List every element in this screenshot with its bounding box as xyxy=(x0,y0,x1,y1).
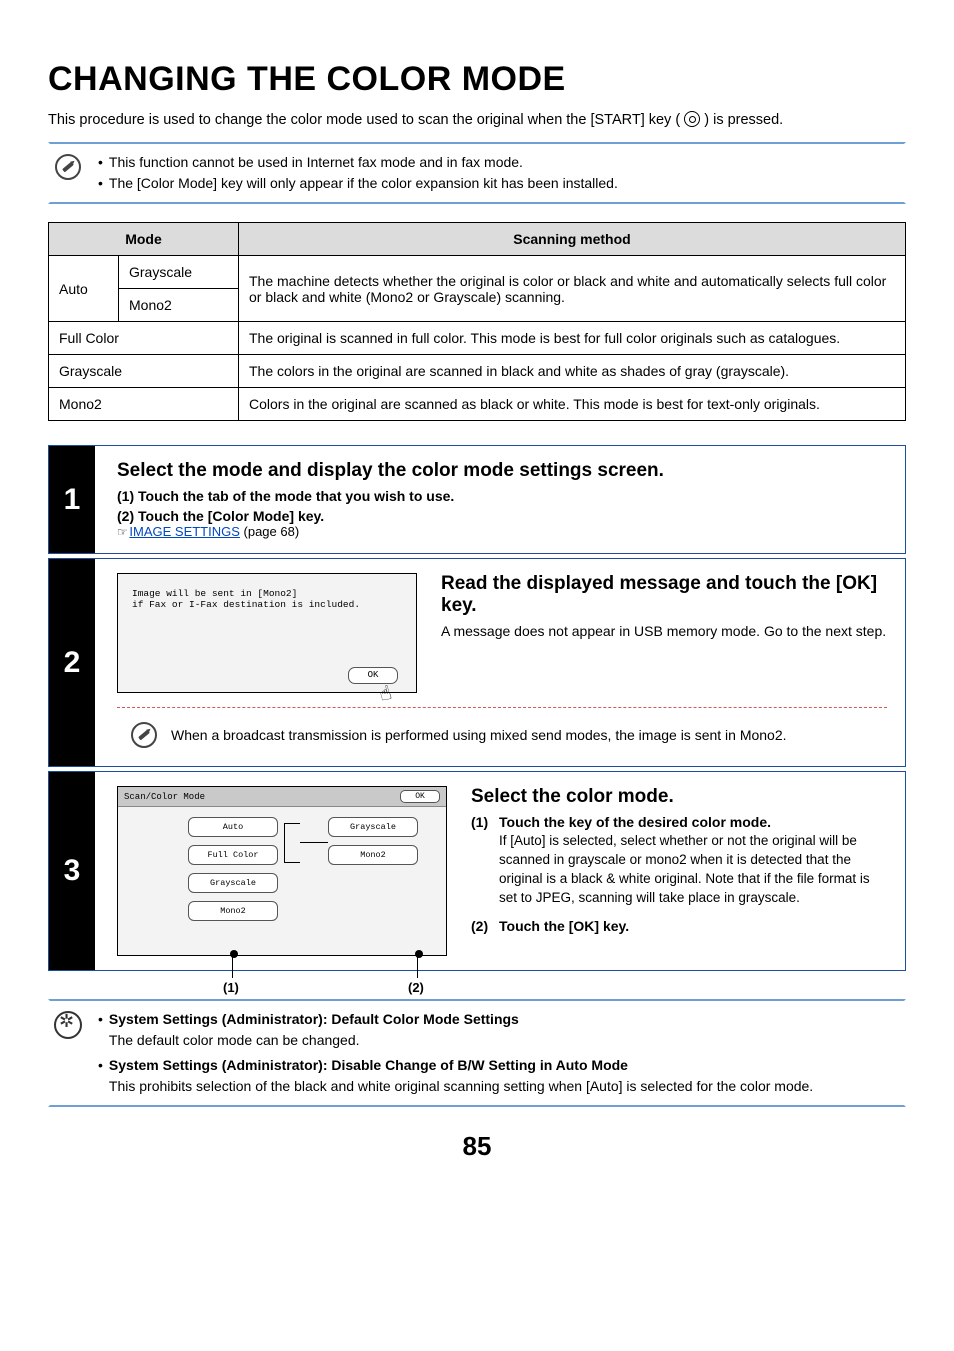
step-2-inner-text: When a broadcast transmission is perform… xyxy=(171,727,787,743)
step-1-sub1: (1) Touch the tab of the mode that you w… xyxy=(117,488,887,504)
step-2-title: Read the displayed message and touch the… xyxy=(441,573,887,617)
grayscale-button[interactable]: Grayscale xyxy=(188,873,278,893)
td-grayscale-desc: The colors in the original are scanned i… xyxy=(239,355,906,388)
td-auto-mono: Mono2 xyxy=(119,289,239,322)
th-scan: Scanning method xyxy=(239,223,906,256)
step-3-panel: Scan/Color Mode OK Auto Full Color Grays… xyxy=(117,786,447,956)
dialog-title: Scan/Color Mode xyxy=(124,792,205,802)
s2-text: Touch the [OK] key. xyxy=(499,918,629,934)
dashed-separator xyxy=(117,707,887,708)
callout-line xyxy=(232,956,233,978)
step-3-body: Scan/Color Mode OK Auto Full Color Grays… xyxy=(95,772,905,970)
admin-note-box: • System Settings (Administrator): Defaul… xyxy=(48,999,906,1107)
step-2: 2 Image will be sent in [Mono2] if Fax o… xyxy=(48,558,906,767)
s1-text: Touch the key of the desired color mode. xyxy=(499,814,771,830)
step-2-number: 2 xyxy=(49,559,95,766)
step-1-title: Select the mode and display the color mo… xyxy=(117,460,887,482)
step-3-text: Select the color mode. (1)Touch the key … xyxy=(471,786,887,956)
start-key-icon xyxy=(684,111,700,127)
step-3-number: 3 xyxy=(49,772,95,970)
step-2-body: Image will be sent in [Mono2] if Fax or … xyxy=(95,559,905,766)
td-mono2: Mono2 xyxy=(49,388,239,421)
pointer-icon: ☞ xyxy=(117,525,126,539)
td-fullcolor-desc: The original is scanned in full color. T… xyxy=(239,322,906,355)
image-settings-link[interactable]: IMAGE SETTINGS xyxy=(129,524,240,539)
mono2-button[interactable]: Mono2 xyxy=(188,901,278,921)
hand-cursor-icon: ☝ xyxy=(377,683,395,709)
callout-dot xyxy=(230,950,238,958)
step-3: 3 Scan/Color Mode OK Auto Full Color Gra… xyxy=(48,771,906,971)
mode-table: Mode Scanning method Auto Grayscale The … xyxy=(48,222,906,421)
mode-buttons: Auto Full Color Grayscale Mono2 xyxy=(188,817,278,921)
step-3-s1-desc: If [Auto] is selected, select whether or… xyxy=(499,832,887,908)
color-mode-dialog: Scan/Color Mode OK Auto Full Color Grays… xyxy=(117,786,447,956)
note-box-top: • This function cannot be used in Interne… xyxy=(48,142,906,204)
bullet: • xyxy=(98,1055,103,1097)
step-2-inner-note: When a broadcast transmission is perform… xyxy=(117,718,887,752)
td-auto-gray: Grayscale xyxy=(119,256,239,289)
step-1-body: Select the mode and display the color mo… xyxy=(95,446,905,553)
msg-line2: if Fax or I-Fax destination is included. xyxy=(132,599,402,610)
step-2-panel: Image will be sent in [Mono2] if Fax or … xyxy=(117,573,417,693)
msg-line1: Image will be sent in [Mono2] xyxy=(132,588,402,599)
page-number: 85 xyxy=(48,1131,906,1162)
note-content: • This function cannot be used in Interne… xyxy=(98,152,904,194)
admin-t2: System Settings (Administrator): Disable… xyxy=(109,1057,628,1073)
td-mono2-desc: Colors in the original are scanned as bl… xyxy=(239,388,906,421)
intro-post: ) is pressed. xyxy=(704,112,783,128)
note-icon-wrap xyxy=(50,152,86,180)
admin-note-content: • System Settings (Administrator): Defaul… xyxy=(98,1009,904,1097)
bracket-line xyxy=(300,842,328,843)
step-2-desc: A message does not appear in USB memory … xyxy=(441,623,887,639)
dialog-ok-button[interactable]: OK xyxy=(348,667,398,684)
radio-grayscale[interactable]: Grayscale xyxy=(328,817,418,837)
intro-text: This procedure is used to change the col… xyxy=(48,111,906,128)
admin-t1: System Settings (Administrator): Default… xyxy=(109,1011,519,1027)
callout-label-1: (1) xyxy=(223,980,239,995)
radio-mono2[interactable]: Mono2 xyxy=(328,845,418,865)
intro-pre: This procedure is used to change the col… xyxy=(48,112,680,128)
dialog-titlebar: Scan/Color Mode OK xyxy=(118,787,446,807)
bracket-icon xyxy=(284,823,300,863)
bullet: • xyxy=(98,152,103,173)
note1-line1: This function cannot be used in Internet… xyxy=(109,152,523,173)
callout-dot xyxy=(415,950,423,958)
step-1-number: 1 xyxy=(49,446,95,553)
step-3-s2: (2)Touch the [OK] key. xyxy=(471,918,887,934)
admin-d2: This prohibits selection of the black an… xyxy=(109,1076,813,1097)
page-title: CHANGING THE COLOR MODE xyxy=(48,60,906,99)
note1-line2: The [Color Mode] key will only appear if… xyxy=(109,173,618,194)
step-3-title: Select the color mode. xyxy=(471,786,887,808)
callout-line xyxy=(417,956,418,978)
bullet: • xyxy=(98,173,103,194)
step-1-link-row: ☞ IMAGE SETTINGS (page 68) xyxy=(117,524,887,539)
bullet-num: (1) xyxy=(471,814,499,830)
pencil-icon xyxy=(131,722,157,748)
td-grayscale: Grayscale xyxy=(49,355,239,388)
admin-d1: The default color mode can be changed. xyxy=(109,1030,519,1051)
pencil-icon xyxy=(55,154,81,180)
step-2-text: Read the displayed message and touch the… xyxy=(441,573,887,693)
td-auto: Auto xyxy=(49,256,119,322)
td-auto-desc: The machine detects whether the original… xyxy=(239,256,906,322)
auto-button[interactable]: Auto xyxy=(188,817,278,837)
callout-label-2: (2) xyxy=(408,980,424,995)
link-after: (page 68) xyxy=(240,524,299,539)
bullet-num: (2) xyxy=(471,918,499,934)
note-icon-wrap xyxy=(50,1009,86,1039)
step-1-sub2: (2) Touch the [Color Mode] key. xyxy=(117,508,887,524)
dialog-ok-button[interactable]: OK xyxy=(400,790,440,803)
step-1: 1 Select the mode and display the color … xyxy=(48,445,906,554)
td-fullcolor: Full Color xyxy=(49,322,239,355)
radio-buttons: Grayscale Mono2 xyxy=(328,817,418,865)
msg-dialog: Image will be sent in [Mono2] if Fax or … xyxy=(117,573,417,693)
step-3-s1: (1)Touch the key of the desired color mo… xyxy=(471,814,887,830)
bullet: • xyxy=(98,1009,103,1051)
fullcolor-button[interactable]: Full Color xyxy=(188,845,278,865)
th-mode: Mode xyxy=(49,223,239,256)
gear-icon xyxy=(54,1011,82,1039)
